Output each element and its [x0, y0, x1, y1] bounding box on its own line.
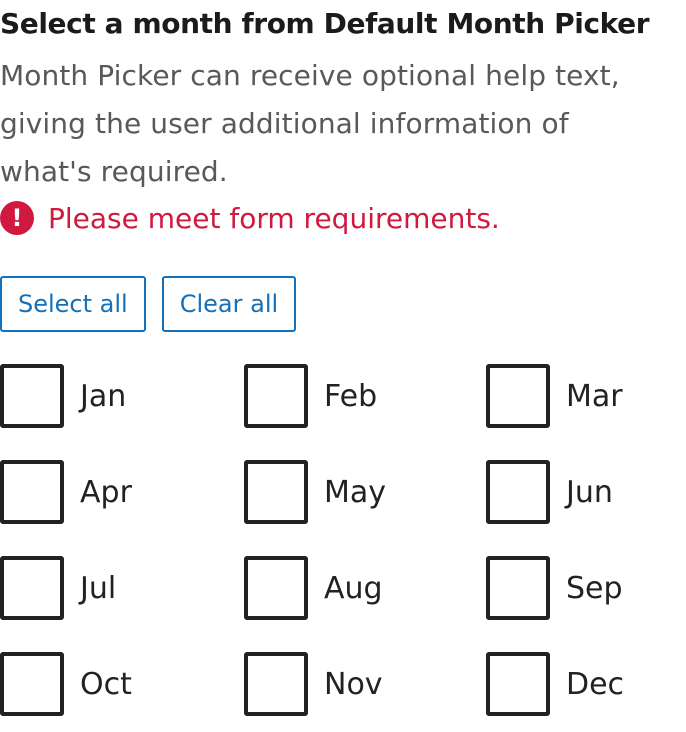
month-checkbox[interactable] [486, 460, 550, 524]
page-title: Select a month from Default Month Picker [0, 7, 650, 40]
help-text-line: Month Picker can receive optional help t… [0, 59, 620, 92]
month-label: Jan [80, 378, 127, 414]
month-option-may[interactable]: May [244, 460, 386, 524]
month-label: Nov [324, 666, 383, 702]
month-picker: Select a month from Default Month Picker… [0, 0, 686, 732]
month-option-oct[interactable]: Oct [0, 652, 132, 716]
month-option-jul[interactable]: Jul [0, 556, 116, 620]
month-label: Aug [324, 570, 383, 606]
month-checkbox[interactable] [486, 652, 550, 716]
month-checkbox[interactable] [244, 652, 308, 716]
month-checkbox[interactable] [486, 556, 550, 620]
month-label: May [324, 474, 387, 510]
month-checkbox[interactable] [244, 556, 308, 620]
clear-all-button[interactable]: Clear all [161, 276, 297, 332]
month-option-apr[interactable]: Apr [0, 460, 132, 524]
month-label: Mar [566, 378, 623, 414]
month-checkbox[interactable] [244, 364, 308, 428]
month-label: Apr [80, 474, 132, 510]
month-label: Jun [566, 474, 613, 510]
month-checkbox[interactable] [0, 652, 64, 716]
month-label: Dec [566, 666, 625, 702]
month-checkbox[interactable] [486, 364, 550, 428]
month-checkbox[interactable] [0, 364, 64, 428]
select-all-button[interactable]: Select all [0, 276, 146, 332]
month-option-jun[interactable]: Jun [486, 460, 613, 524]
month-option-aug[interactable]: Aug [244, 556, 383, 620]
month-option-sep[interactable]: Sep [486, 556, 623, 620]
month-option-dec[interactable]: Dec [486, 652, 624, 716]
month-checkbox[interactable] [244, 460, 308, 524]
help-text-line: giving the user additional information o… [0, 107, 569, 140]
month-label: Sep [566, 570, 623, 606]
error-message: ! Please meet form requirements. [0, 196, 500, 240]
month-label: Oct [80, 666, 132, 702]
month-label: Feb [324, 378, 378, 414]
action-buttons: Select all Clear all [0, 276, 312, 332]
month-option-feb[interactable]: Feb [244, 364, 377, 428]
help-text-line: what's required. [0, 155, 228, 188]
month-checkbox[interactable] [0, 556, 64, 620]
month-option-mar[interactable]: Mar [486, 364, 623, 428]
month-option-nov[interactable]: Nov [244, 652, 383, 716]
error-icon: ! [0, 201, 34, 235]
error-text: Please meet form requirements. [48, 201, 500, 235]
month-option-jan[interactable]: Jan [0, 364, 126, 428]
month-checkbox[interactable] [0, 460, 64, 524]
month-label: Jul [80, 570, 117, 606]
help-text: Month Picker can receive optional help t… [0, 52, 680, 196]
